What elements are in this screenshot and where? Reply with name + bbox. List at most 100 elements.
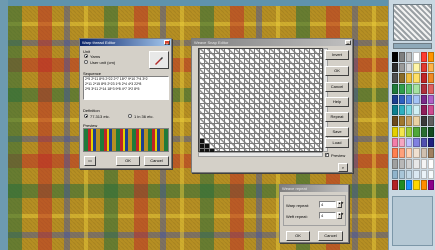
palette-color-swatch[interactable] bbox=[392, 94, 399, 105]
repeat-ok-button[interactable]: OK bbox=[286, 231, 310, 241]
weave-help-button[interactable]: Help bbox=[325, 97, 349, 107]
palette-color-swatch[interactable] bbox=[413, 62, 420, 73]
palette-color-swatch[interactable] bbox=[406, 158, 413, 169]
eyedropper-button[interactable] bbox=[149, 51, 169, 69]
palette-color-swatch[interactable] bbox=[392, 116, 399, 126]
palette-color-swatch[interactable] bbox=[399, 169, 406, 180]
palette-color-swatch[interactable] bbox=[420, 137, 427, 148]
weave-cell-filled[interactable] bbox=[200, 144, 204, 148]
weave-cell-filled[interactable] bbox=[205, 144, 209, 148]
palette-color-swatch[interactable] bbox=[413, 52, 420, 62]
warp-repeat-spinner[interactable]: ▲▼ bbox=[337, 201, 344, 208]
warp-repeat-input[interactable]: 4 bbox=[319, 201, 336, 208]
palette-color-swatch[interactable] bbox=[413, 137, 420, 148]
palette-color-swatch[interactable] bbox=[413, 126, 420, 137]
palette-color-swatch[interactable] bbox=[406, 169, 413, 180]
palette-color-swatch[interactable] bbox=[427, 126, 434, 137]
palette-color-swatch[interactable] bbox=[420, 62, 427, 73]
palette-color-swatch[interactable] bbox=[427, 116, 434, 126]
palette-color-swatch[interactable] bbox=[413, 94, 420, 105]
palette-color-swatch[interactable] bbox=[399, 62, 406, 73]
palette-color-swatch[interactable] bbox=[399, 105, 406, 116]
palette-color-swatch[interactable] bbox=[420, 52, 427, 62]
weave-horizontal-scrollbar[interactable] bbox=[198, 152, 323, 157]
palette-color-swatch[interactable] bbox=[399, 94, 406, 105]
invert-button[interactable]: Invert bbox=[325, 50, 349, 60]
palette-color-swatch[interactable] bbox=[413, 180, 420, 190]
palette-color-swatch[interactable] bbox=[427, 84, 434, 94]
save-button[interactable]: Save bbox=[325, 127, 349, 137]
palette-color-swatch[interactable] bbox=[420, 105, 427, 116]
palette-color-swatch[interactable] bbox=[399, 84, 406, 94]
palette-color-swatch[interactable] bbox=[406, 126, 413, 137]
palette-color-swatch[interactable] bbox=[413, 148, 420, 158]
palette-color-swatch[interactable] bbox=[413, 105, 420, 116]
weave-grid[interactable] bbox=[198, 48, 323, 153]
palette-color-swatch[interactable] bbox=[427, 158, 434, 169]
palette-color-swatch[interactable] bbox=[413, 169, 420, 180]
palette-color-swatch[interactable] bbox=[399, 126, 406, 137]
palette-color-swatch[interactable] bbox=[392, 62, 399, 73]
palette-color-swatch[interactable] bbox=[427, 62, 434, 73]
load-button[interactable]: Load bbox=[325, 138, 349, 148]
palette-color-swatch[interactable] bbox=[399, 137, 406, 148]
palette-color-swatch[interactable] bbox=[392, 180, 399, 190]
palette-color-swatch[interactable] bbox=[420, 73, 427, 84]
palette-color-swatch[interactable] bbox=[420, 180, 427, 190]
definition-option-2-radio[interactable] bbox=[128, 114, 132, 118]
swatch-scroll-bar[interactable] bbox=[393, 43, 432, 49]
palette-color-swatch[interactable] bbox=[399, 148, 406, 158]
palette-color-swatch[interactable] bbox=[399, 52, 406, 62]
palette-color-swatch[interactable] bbox=[427, 137, 434, 148]
palette-color-swatch[interactable] bbox=[392, 84, 399, 94]
palette-color-swatch[interactable] bbox=[406, 73, 413, 84]
palette-color-swatch[interactable] bbox=[413, 84, 420, 94]
preview-checkbox[interactable] bbox=[325, 152, 329, 158]
close-icon[interactable]: × bbox=[164, 40, 170, 46]
palette-color-swatch[interactable] bbox=[406, 116, 413, 126]
palette-color-swatch[interactable] bbox=[427, 148, 434, 158]
palette-color-swatch[interactable] bbox=[427, 73, 434, 84]
current-swatch-preview[interactable] bbox=[393, 4, 432, 41]
palette-color-swatch[interactable] bbox=[420, 148, 427, 158]
definition-option-1-radio[interactable] bbox=[84, 114, 88, 118]
palette-color-swatch[interactable] bbox=[406, 137, 413, 148]
weft-repeat-spinner[interactable]: ▲▼ bbox=[337, 212, 344, 219]
palette-color-swatch[interactable] bbox=[427, 105, 434, 116]
palette-color-swatch[interactable] bbox=[406, 180, 413, 190]
palette-color-swatch[interactable] bbox=[420, 169, 427, 180]
weft-repeat-input[interactable]: 4 bbox=[319, 212, 336, 219]
palette-color-swatch[interactable] bbox=[392, 169, 399, 180]
palette-color-swatch[interactable] bbox=[406, 84, 413, 94]
weave-cancel-button[interactable]: Cancel bbox=[325, 82, 349, 92]
sequence-textarea[interactable]: 2*5 2*11 8*5 2*22 2*7 18*7 9*10 7*4 3*2 … bbox=[83, 76, 169, 100]
warp-ok-button[interactable]: OK bbox=[116, 156, 140, 166]
weave-cell-filled[interactable] bbox=[200, 139, 204, 143]
palette-color-swatch[interactable] bbox=[427, 52, 434, 62]
repeat-button[interactable]: Repeat bbox=[325, 112, 349, 122]
palette-color-swatch[interactable] bbox=[420, 84, 427, 94]
palette-color-swatch[interactable] bbox=[406, 94, 413, 105]
warp-cancel-button[interactable]: Cancel bbox=[144, 156, 169, 166]
palette-color-swatch[interactable] bbox=[413, 116, 420, 126]
palette-color-swatch[interactable] bbox=[392, 73, 399, 84]
palette-color-swatch[interactable] bbox=[420, 94, 427, 105]
palette-color-swatch[interactable] bbox=[406, 148, 413, 158]
palette-color-swatch[interactable] bbox=[392, 52, 399, 62]
unit-yarns-radio[interactable] bbox=[84, 54, 88, 58]
weave-ok-button[interactable]: OK bbox=[325, 66, 349, 76]
palette-color-swatch[interactable] bbox=[392, 126, 399, 137]
palette-color-swatch[interactable] bbox=[420, 116, 427, 126]
help-small-button[interactable]: ▭ bbox=[84, 156, 96, 166]
palette-color-swatch[interactable] bbox=[392, 105, 399, 116]
palette-color-swatch[interactable] bbox=[413, 158, 420, 169]
palette-color-swatch[interactable] bbox=[392, 137, 399, 148]
palette-color-swatch[interactable] bbox=[399, 158, 406, 169]
palette-color-swatch[interactable] bbox=[427, 169, 434, 180]
palette-color-swatch[interactable] bbox=[406, 62, 413, 73]
palette-color-swatch[interactable] bbox=[427, 94, 434, 105]
palette-color-swatch[interactable] bbox=[399, 180, 406, 190]
close-icon[interactable]: × bbox=[345, 40, 351, 46]
palette-color-swatch[interactable] bbox=[406, 105, 413, 116]
palette-color-swatch[interactable] bbox=[427, 180, 434, 190]
